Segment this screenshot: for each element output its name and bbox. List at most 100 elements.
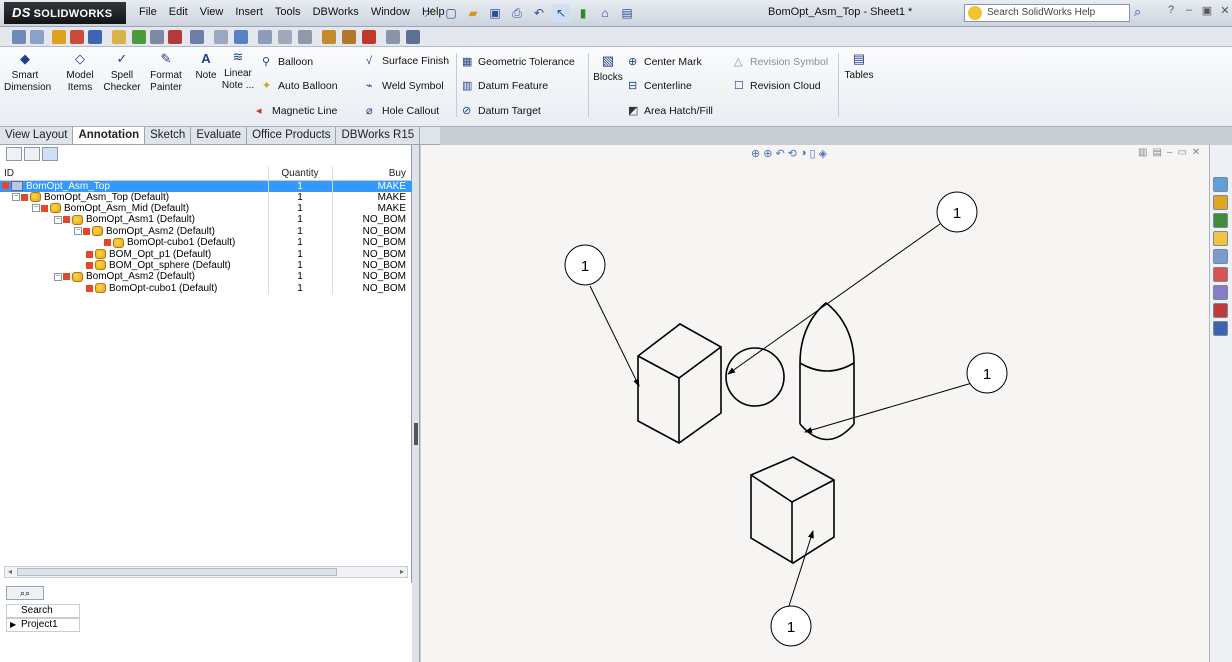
note-button[interactable]: A Note xyxy=(190,52,222,82)
print-icon[interactable]: ⎙ xyxy=(508,4,526,22)
minimize-icon[interactable]: – xyxy=(1182,4,1196,17)
balloon[interactable]: 1 xyxy=(966,352,1008,394)
scrollbar-thumb[interactable] xyxy=(17,568,337,576)
collapse-toggle-icon[interactable]: − xyxy=(32,204,40,213)
table-row[interactable]: − BomOpt_Asm2 (Default) 1 NO_BOM xyxy=(0,271,412,283)
sphere-view[interactable] xyxy=(725,347,785,407)
solidworks-logo[interactable]: DS SOLIDWORKS xyxy=(4,2,126,24)
menu-dbworks[interactable]: DBWorks xyxy=(307,6,365,18)
view-palette-icon[interactable] xyxy=(1213,249,1228,264)
tile-vertical-icon[interactable]: ▤ xyxy=(1152,147,1161,158)
column-header-id[interactable]: ID xyxy=(0,167,268,181)
drawing-canvas[interactable]: 1 1 1 1 xyxy=(421,145,1209,662)
toolbar-icon-12[interactable] xyxy=(234,30,248,44)
rotate-icon[interactable]: ⟲ xyxy=(788,147,797,160)
toolbar-icon-13[interactable] xyxy=(258,30,272,44)
hide-show-icon[interactable]: ◈ xyxy=(819,147,827,160)
balloon[interactable]: 1 xyxy=(936,191,978,233)
spell-checker-button[interactable]: ✓ Spell Checker xyxy=(102,52,142,94)
doc-close-icon[interactable]: ✕ xyxy=(1192,147,1200,158)
bom-tab-icon[interactable] xyxy=(42,147,58,161)
help-search-input[interactable]: Search SolidWorks Help xyxy=(964,4,1130,22)
datum-feature-button[interactable]: ▥ Datum Feature xyxy=(462,79,548,92)
toolbar-icon-8[interactable] xyxy=(150,30,164,44)
toolbar-icon-4[interactable] xyxy=(70,30,84,44)
toolbar-icon-9[interactable] xyxy=(168,30,182,44)
column-header-buy[interactable]: Buy xyxy=(331,167,412,181)
horizontal-scrollbar[interactable]: ◂ ▸ xyxy=(4,566,408,578)
datum-target-button[interactable]: ⊘ Datum Target xyxy=(462,104,541,117)
toolbar-icon-19[interactable] xyxy=(386,30,400,44)
geometric-tolerance-button[interactable]: ▦ Geometric Tolerance xyxy=(462,55,575,68)
linear-note-button[interactable]: ≋ Linear Note ... xyxy=(220,50,256,92)
file-explorer-icon[interactable] xyxy=(1213,213,1228,228)
center-mark-button[interactable]: ⊕ Center Mark xyxy=(628,55,702,68)
toolbar-icon-2[interactable] xyxy=(30,30,44,44)
solidworks-resources-icon[interactable] xyxy=(1213,177,1228,192)
toolbar-icon-15[interactable] xyxy=(298,30,312,44)
help-question-icon[interactable]: ? xyxy=(1164,4,1178,17)
collapse-toggle-icon[interactable]: − xyxy=(74,227,82,236)
doc-minimize-icon[interactable]: – xyxy=(1167,147,1173,158)
select-icon[interactable]: ↖ xyxy=(552,4,570,22)
pin-icon[interactable]: ⟋ xyxy=(420,4,438,22)
plugin-icon[interactable] xyxy=(1213,321,1228,336)
design-library-icon[interactable] xyxy=(1213,195,1228,210)
toolbar-icon-18[interactable] xyxy=(362,30,376,44)
toolbar-icon-1[interactable] xyxy=(12,30,26,44)
table-row[interactable]: BOM_Opt_p1 (Default) 1 NO_BOM xyxy=(0,248,412,260)
menu-window[interactable]: Window xyxy=(365,6,416,18)
project-row[interactable]: ▶ Project1 xyxy=(6,618,80,632)
cube-view-2[interactable] xyxy=(750,456,835,564)
options-icon[interactable]: ▤ xyxy=(618,4,636,22)
table-row[interactable]: − BomOpt_Asm1 (Default) 1 NO_BOM xyxy=(0,214,412,226)
tab-office-products[interactable]: Office Products xyxy=(247,127,337,144)
area-hatch-button[interactable]: ◩ Area Hatch/Fill xyxy=(628,104,713,117)
file-properties-icon[interactable]: ⌂ xyxy=(596,4,614,22)
balloon[interactable]: 1 xyxy=(770,605,812,647)
revision-symbol-button[interactable]: △ Revision Symbol xyxy=(734,55,828,68)
rebuild-icon[interactable]: ▮ xyxy=(574,4,592,22)
table-row[interactable]: − BomOpt_Asm_Top (Default) 1 MAKE xyxy=(0,191,412,203)
dbworks-icon[interactable] xyxy=(1213,303,1228,318)
toolbar-icon-3[interactable] xyxy=(52,30,66,44)
menu-insert[interactable]: Insert xyxy=(229,6,269,18)
tile-horizontal-icon[interactable]: ▥ xyxy=(1138,147,1147,158)
tab-dbworks[interactable]: DBWorks R15 xyxy=(336,127,421,144)
auto-balloon-button[interactable]: ✦ Auto Balloon xyxy=(262,79,338,92)
search-icon[interactable]: ⌕ xyxy=(1134,4,1158,22)
smart-dimension-button[interactable]: ◆ Smart Dimension xyxy=(4,52,51,94)
column-header-quantity[interactable]: Quantity xyxy=(267,167,332,181)
restore-icon[interactable]: ▣ xyxy=(1200,4,1214,17)
menu-edit[interactable]: Edit xyxy=(163,6,194,18)
appearances-icon[interactable] xyxy=(1213,267,1228,282)
view-settings-icon[interactable]: ▯ xyxy=(810,147,816,160)
close-icon[interactable]: ✕ xyxy=(1218,4,1232,17)
tab-annotation[interactable]: Annotation xyxy=(73,127,146,144)
new-document-icon[interactable]: ▢ xyxy=(442,4,460,22)
tables-button[interactable]: ▤ Tables xyxy=(842,52,876,82)
menu-tools[interactable]: Tools xyxy=(269,6,307,18)
bullet-view[interactable] xyxy=(799,302,855,441)
table-row[interactable]: BomOpt_Asm_Top 1 MAKE xyxy=(0,180,412,192)
custom-properties-icon[interactable] xyxy=(1213,285,1228,300)
blocks-button[interactable]: ▧ Blocks xyxy=(592,54,624,84)
weld-symbol-button[interactable]: ⌁ Weld Symbol xyxy=(366,79,444,92)
toolbar-icon-6[interactable] xyxy=(112,30,126,44)
table-row[interactable]: BomOpt-cubo1 (Default) 1 NO_BOM xyxy=(0,237,412,249)
splitter-grip[interactable] xyxy=(414,423,418,445)
property-tab-icon[interactable] xyxy=(24,147,40,161)
table-row[interactable]: BOM_Opt_sphere (Default) 1 NO_BOM xyxy=(0,259,412,272)
undo-icon[interactable]: ↶ xyxy=(530,4,548,22)
hole-callout-button[interactable]: ⌀ Hole Callout xyxy=(366,104,439,117)
tab-sketch[interactable]: Sketch xyxy=(145,127,192,144)
menu-view[interactable]: View xyxy=(194,6,230,18)
binoculars-icon[interactable]: ⌕⌕ xyxy=(6,586,44,600)
save-icon[interactable]: ▣ xyxy=(486,4,504,22)
scroll-right-icon[interactable]: ▸ xyxy=(397,567,407,577)
tab-view-layout[interactable]: View Layout xyxy=(0,127,74,144)
folder-icon[interactable] xyxy=(1213,231,1228,246)
table-row[interactable]: BomOpt-cubo1 (Default) 1 NO_BOM xyxy=(0,282,412,295)
toolbar-icon-17[interactable] xyxy=(342,30,356,44)
magnetic-line-button[interactable]: ◂ Magnetic Line xyxy=(256,104,337,117)
